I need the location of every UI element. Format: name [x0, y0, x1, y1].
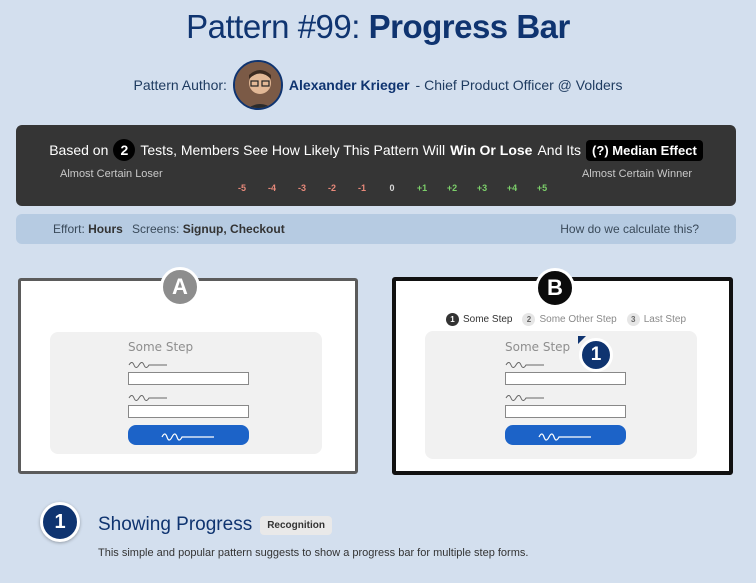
variant-b-submit-button [505, 425, 626, 445]
progress-step: 2 Some Other Step [522, 313, 617, 326]
variant-b-form: Some Step [425, 331, 697, 459]
effect-scale: -5 -4 -3 -2 -1 0 +1 +2 +3 +4 +5 [227, 183, 557, 193]
avatar [232, 60, 283, 110]
screens-label: Screens: [132, 222, 180, 236]
progress-step-label: Some Step [463, 314, 513, 325]
scale-tick: -3 [297, 183, 306, 193]
effort-value: Hours [88, 222, 123, 236]
info-bar: Effort: Hours Screens: Signup, Checkout … [16, 214, 736, 244]
median-effect-button[interactable]: (?) Median Effect [586, 139, 703, 161]
scale-tick: -1 [357, 183, 366, 193]
variant-a-submit-button [128, 425, 249, 445]
variant-a-field-1 [128, 372, 249, 385]
progress-step-number: 1 [446, 313, 459, 326]
variant-a-badge: A [160, 267, 200, 307]
scale-tick: -4 [267, 183, 276, 193]
author-name[interactable]: Alexander Krieger [289, 77, 410, 93]
prediction-middle: Tests, Members See How Likely This Patte… [140, 142, 446, 158]
author-label: Pattern Author: [133, 77, 227, 93]
scale-tick: 0 [389, 183, 395, 193]
scribble-icon [128, 395, 167, 401]
scale-tick: +3 [476, 183, 488, 193]
variant-b-field-1 [505, 372, 626, 385]
variant-b-badge: B [535, 268, 575, 308]
author-row: Pattern Author: Alexander Krieger - Chie… [0, 60, 756, 110]
progress-step: 3 Last Step [626, 313, 687, 326]
scale-tick: +4 [506, 183, 518, 193]
winner-label: Almost Certain Winner [581, 168, 692, 180]
variant-a-field-2 [128, 405, 249, 418]
effort-label: Effort: [53, 222, 85, 236]
prediction-sentence: Based on 2 Tests, Members See How Likely… [16, 139, 736, 161]
progress-step-number: 3 [626, 313, 640, 326]
scale-tick: -2 [327, 183, 336, 193]
scale-tick: -5 [237, 183, 246, 193]
variant-b-field-2 [505, 405, 626, 418]
progress-step: 1 Some Step [446, 313, 512, 326]
principle-title: Showing Progress [98, 514, 253, 535]
progress-step-label: Last Step [643, 314, 687, 325]
progress-step-number: 2 [522, 313, 536, 326]
tests-count-badge: 2 [113, 139, 136, 161]
scale-tick: +5 [536, 183, 548, 193]
scale-tick: +2 [446, 183, 458, 193]
effort-info: Effort: Hours [53, 222, 123, 236]
scribble-icon [505, 362, 544, 368]
author-role: - Chief Product Officer @ Volders [415, 77, 623, 93]
page-title: Pattern #99: Progress Bar [0, 8, 756, 46]
how-calculate-link[interactable]: How do we calculate this? [560, 222, 699, 236]
scribble-icon [505, 395, 544, 401]
principle-tag[interactable]: Recognition [260, 515, 332, 535]
principle-heading: Showing Progress Recognition [98, 514, 332, 536]
progress-step-label: Some Other Step [539, 314, 617, 325]
prediction-panel: Based on 2 Tests, Members See How Likely… [16, 125, 736, 206]
principle-description: This simple and popular pattern suggests… [98, 547, 529, 559]
variant-a-form: Some Step [50, 332, 322, 454]
progress-bar: 1 Some Step 2 Some Other Step 3 Last Step [446, 313, 686, 326]
scale-tick: +1 [416, 183, 428, 193]
screens-value: Signup, Checkout [182, 222, 285, 236]
variant-a-step-label: Some Step [128, 340, 194, 354]
variant-b-callout[interactable]: 1 [579, 338, 613, 372]
pattern-number: Pattern #99: [186, 8, 360, 45]
variant-b-step-label: Some Step [505, 340, 571, 354]
principle-number-badge: 1 [40, 502, 80, 542]
prediction-emphasis: Win Or Lose [450, 142, 533, 158]
pattern-name: Progress Bar [368, 8, 571, 45]
loser-label: Almost Certain Loser [60, 168, 163, 180]
screens-info: Screens: Signup, Checkout [132, 222, 285, 236]
scribble-icon [128, 362, 167, 368]
prediction-prefix: Based on [49, 142, 109, 158]
prediction-suffix: And Its [537, 142, 582, 158]
